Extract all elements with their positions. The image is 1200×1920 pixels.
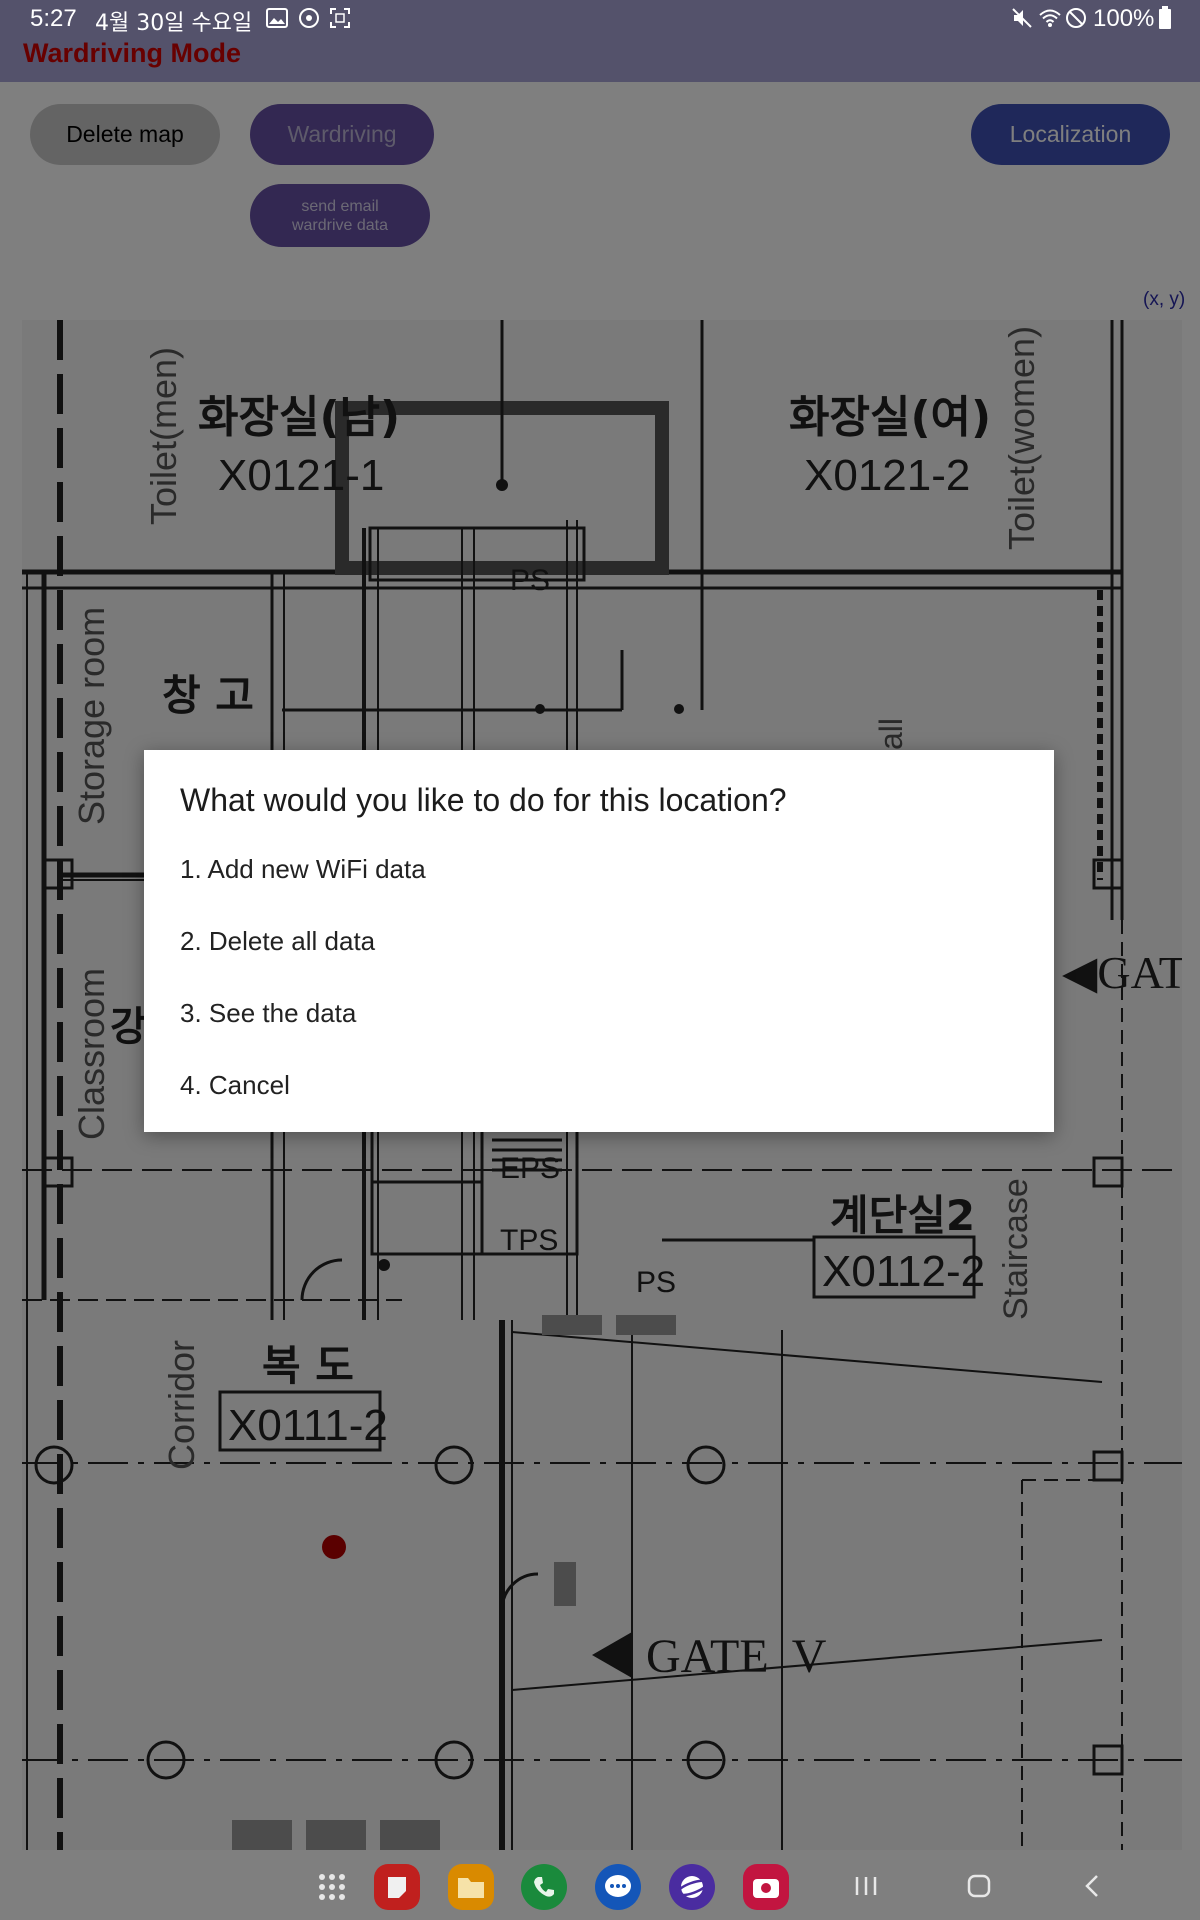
files-app-icon[interactable] — [448, 1864, 494, 1910]
screenshot-icon — [328, 6, 352, 30]
do-not-disturb-icon — [1064, 6, 1088, 30]
home-icon[interactable] — [959, 1866, 999, 1906]
phone-app-icon[interactable] — [521, 1864, 567, 1910]
messages-app-icon[interactable] — [595, 1864, 641, 1910]
option-cancel[interactable]: 4. Cancel — [180, 1070, 290, 1101]
memo-app-icon[interactable] — [374, 1864, 420, 1910]
navigation-bar — [0, 1850, 1200, 1920]
camera-app-icon[interactable] — [743, 1864, 789, 1910]
battery-percentage: 100% — [1093, 5, 1155, 32]
option-delete-all-data[interactable]: 2. Delete all data — [180, 926, 375, 957]
back-icon[interactable] — [1073, 1866, 1113, 1906]
dialog-title: What would you like to do for this locat… — [180, 782, 787, 818]
wifi-icon — [1038, 6, 1062, 30]
sync-icon — [297, 6, 321, 30]
location-action-dialog: What would you like to do for this locat… — [144, 750, 1054, 1132]
option-add-wifi-data[interactable]: 1. Add new WiFi data — [180, 854, 426, 885]
internet-app-icon[interactable] — [669, 1864, 715, 1910]
recent-apps-icon[interactable] — [846, 1866, 886, 1906]
apps-grid-icon[interactable] — [309, 1864, 355, 1910]
mute-icon — [1010, 6, 1034, 30]
status-time: 5:27 — [30, 5, 77, 32]
status-bar: 5:27 4월 30일 수요일 100% — [0, 0, 1200, 38]
option-see-data[interactable]: 3. See the data — [180, 998, 356, 1029]
battery-icon — [1158, 6, 1172, 30]
gallery-icon — [265, 6, 289, 30]
status-date: 4월 30일 수요일 — [95, 11, 253, 36]
